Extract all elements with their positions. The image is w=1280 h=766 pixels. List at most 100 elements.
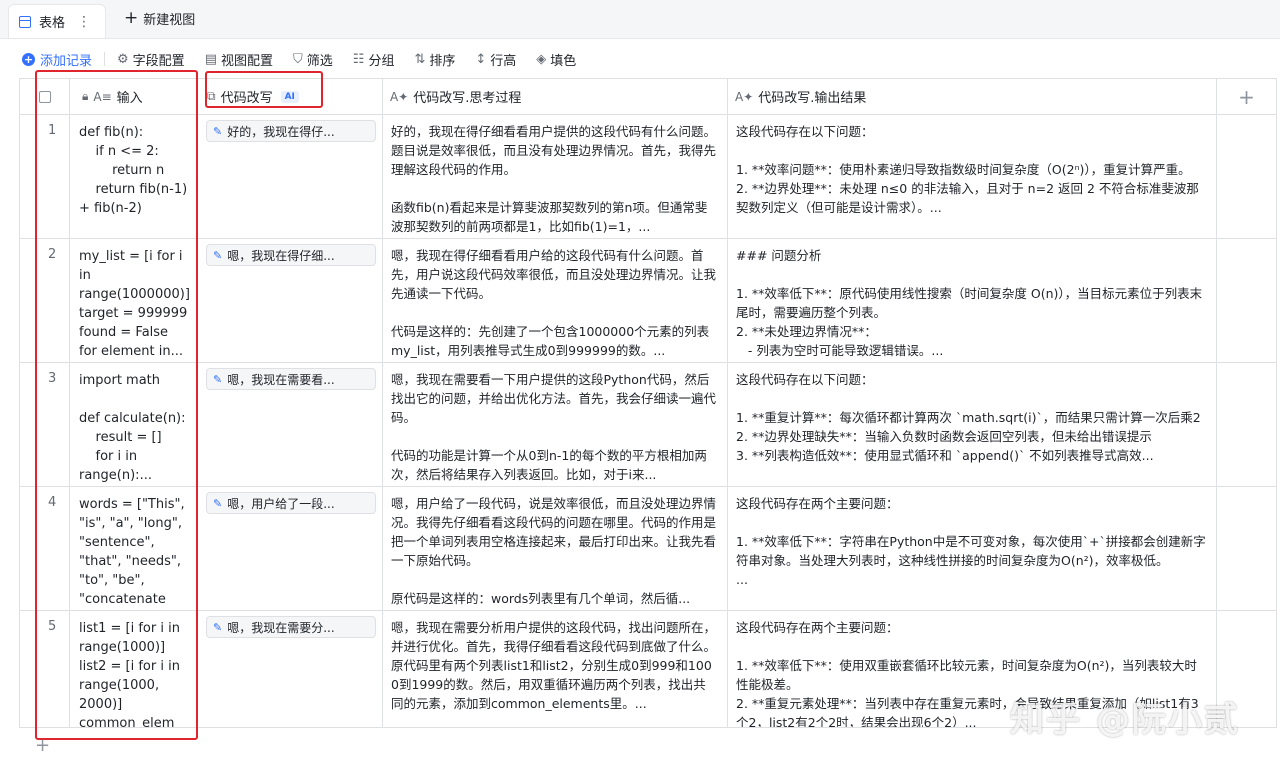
field-config-button[interactable]: ⚙ 字段配置	[117, 50, 185, 69]
sort-label: 排序	[429, 53, 456, 69]
pill-text: 好的，我现在得仔...	[227, 124, 335, 139]
add-column-button[interactable]: +	[1217, 79, 1276, 114]
text-field-icon: A≡	[93, 89, 112, 104]
table-icon	[19, 15, 31, 28]
code-rewrite-cell[interactable]: ✎ 嗯，我现在需要看...	[197, 362, 383, 486]
view-config-icon: ▤	[204, 51, 217, 67]
row-height-label: 行高	[490, 53, 517, 69]
grid-header: 🔒︎ A≡ 输入 ⧉ 代码改写 AI A✦ 代码改写.思考过程 A✦ 代码改写.…	[20, 79, 1276, 115]
row-number: 1	[20, 114, 70, 238]
output-text: 这段代码存在两个主要问题： 1. **效率低下**：字符串在Python中是不可…	[736, 496, 1206, 587]
ai-result-pill[interactable]: ✎ 嗯，用户给了一段...	[206, 492, 376, 514]
input-cell[interactable]: list1 = [i for i in range(1000)] list2 =…	[70, 610, 197, 728]
ai-badge: AI	[280, 90, 299, 103]
sort-icon: ⇅	[414, 51, 426, 67]
group-label: 分组	[368, 53, 395, 69]
input-code-text: words = ["This", "is", "a", "long", "sen…	[79, 497, 185, 607]
ai-spark-icon: ✎	[213, 496, 223, 510]
new-view-label: 新建视图	[143, 13, 196, 28]
fill-color-label: 填色	[550, 53, 577, 69]
paint-bucket-icon: ◈	[536, 51, 547, 67]
thinking-cell[interactable]: 嗯，我现在需要分析用户提供的这段代码，找出问题所在，并进行优化。首先，我得仔细看…	[383, 610, 728, 727]
row-number: 3	[20, 362, 70, 486]
pill-text: 嗯，我现在需要看...	[227, 372, 335, 387]
watermark: 知乎 @阮小贰	[1010, 700, 1240, 740]
output-text: 这段代码存在以下问题： 1. **重复计算**：每次循环都计算两次 `math.…	[736, 372, 1201, 463]
lock-icon: 🔒︎	[82, 89, 89, 103]
table-row[interactable]: 4 words = ["This", "is", "a", "long", "s…	[20, 486, 1276, 611]
ai-text-icon: A✦	[735, 89, 754, 104]
thinking-text: 好的，我现在得仔细看看用户提供的这段代码有什么问题。题目说是效率很低，而且没有处…	[391, 124, 717, 234]
row-height-icon: ↕	[475, 51, 487, 67]
header-select-cell	[20, 79, 70, 114]
column-input-label: 输入	[116, 91, 143, 106]
ai-result-pill[interactable]: ✎ 好的，我现在得仔...	[206, 120, 376, 142]
ai-result-pill[interactable]: ✎ 嗯，我现在需要看...	[206, 368, 376, 390]
code-rewrite-cell[interactable]: ✎ 嗯，我现在需要分...	[197, 610, 383, 727]
field-config-label: 字段配置	[132, 53, 185, 69]
add-row-button[interactable]: +	[35, 735, 50, 756]
input-cell[interactable]: my_list = [i for i in range(1000000)] ta…	[70, 238, 197, 362]
group-button[interactable]: ☷ 分组	[353, 50, 395, 69]
input-cell[interactable]: import math def calculate(n): result = […	[70, 362, 197, 486]
output-cell[interactable]: ### 问题分析 1. **效率低下**：原代码使用线性搜索（时间复杂度 O(n…	[728, 238, 1217, 362]
column-header-input[interactable]: 🔒︎ A≡ 输入	[70, 79, 197, 114]
view-tab-bar: 表格 ⋮ + 新建视图	[0, 0, 1280, 39]
row-height-button[interactable]: ↕ 行高	[475, 50, 516, 69]
thinking-cell[interactable]: 嗯，我现在需要看一下用户提供的这段Python代码，然后找出它的问题，并给出优化…	[383, 362, 728, 486]
add-record-button[interactable]: + 添加记录	[22, 50, 92, 69]
ai-spark-icon: ✎	[213, 248, 223, 262]
tab-table[interactable]: 表格 ⋮	[8, 4, 106, 38]
row-number-text: 4	[48, 495, 57, 510]
filter-icon: ⛉	[293, 51, 303, 67]
sort-button[interactable]: ⇅ 排序	[414, 50, 455, 69]
output-cell[interactable]: 这段代码存在以下问题： 1. **重复计算**：每次循环都计算两次 `math.…	[728, 362, 1217, 486]
view-config-button[interactable]: ▤ 视图配置	[205, 50, 273, 69]
row-number-text: 2	[48, 247, 57, 262]
code-rewrite-cell[interactable]: ✎ 好的，我现在得仔...	[197, 114, 383, 238]
table-row[interactable]: 1 def fib(n): if n <= 2: return n return…	[20, 114, 1276, 239]
toolbar-divider	[104, 52, 106, 66]
thinking-cell[interactable]: 好的，我现在得仔细看看用户提供的这段代码有什么问题。题目说是效率很低，而且没有处…	[383, 114, 728, 238]
table-row[interactable]: 2 my_list = [i for i in range(1000000)] …	[20, 238, 1276, 363]
code-rewrite-cell[interactable]: ✎ 嗯，我现在得仔细...	[197, 238, 383, 362]
thinking-text: 嗯，用户给了一段代码，说是效率很低，而且没处理边界情况。我得先仔细看看这段代码的…	[391, 496, 717, 606]
output-cell[interactable]: 这段代码存在以下问题： 1. **效率问题**：使用朴素递归导致指数级时间复杂度…	[728, 114, 1217, 238]
ai-result-pill[interactable]: ✎ 嗯，我现在得仔细...	[206, 244, 376, 266]
tab-table-label: 表格	[39, 16, 66, 31]
code-rewrite-cell[interactable]: ✎ 嗯，用户给了一段...	[197, 486, 383, 610]
ai-spark-icon: ✎	[213, 124, 223, 138]
new-view-button[interactable]: + 新建视图	[124, 8, 196, 29]
ai-text-icon: A✦	[390, 89, 409, 104]
data-grid: 🔒︎ A≡ 输入 ⧉ 代码改写 AI A✦ 代码改写.思考过程 A✦ 代码改写.…	[19, 78, 1277, 728]
input-code-text: my_list = [i for i in range(1000000)] ta…	[79, 249, 190, 359]
column-header-code-rewrite[interactable]: ⧉ 代码改写 AI	[197, 79, 383, 114]
row-number-text: 3	[48, 371, 57, 386]
input-cell[interactable]: words = ["This", "is", "a", "long", "sen…	[70, 486, 197, 610]
input-cell[interactable]: def fib(n): if n <= 2: return n return f…	[70, 114, 197, 238]
ai-result-pill[interactable]: ✎ 嗯，我现在需要分...	[206, 616, 376, 638]
more-icon[interactable]: ⋮	[77, 14, 91, 30]
input-code-text: import math def calculate(n): result = […	[79, 373, 186, 483]
thinking-cell[interactable]: 嗯，用户给了一段代码，说是效率很低，而且没处理边界情况。我得先仔细看看这段代码的…	[383, 486, 728, 610]
plus-icon: +	[124, 8, 139, 28]
pill-text: 嗯，我现在得仔细...	[227, 248, 335, 263]
thinking-cell[interactable]: 嗯，我现在得仔细看看用户给的这段代码有什么问题。首先，用户说这段代码效率很低，而…	[383, 238, 728, 362]
add-record-label: 添加记录	[40, 53, 93, 69]
fill-color-button[interactable]: ◈ 填色	[536, 50, 576, 69]
row-number: 4	[20, 486, 70, 610]
toolbar: + 添加记录 ⚙ 字段配置 ▤ 视图配置 ⛉ 筛选 ☷ 分组 ⇅ 排序 ↕ 行高 ◈ 填色	[0, 46, 1280, 72]
ai-field-icon: ⧉	[207, 89, 216, 103]
table-row[interactable]: 3 import math def calculate(n): result =…	[20, 362, 1276, 487]
add-circle-icon: +	[22, 52, 35, 66]
column-header-output[interactable]: A✦ 代码改写.输出结果	[728, 79, 1217, 114]
input-code-text: list1 = [i for i in range(1000)] list2 =…	[79, 621, 180, 728]
column-header-thinking[interactable]: A✦ 代码改写.思考过程	[383, 79, 728, 114]
thinking-text: 嗯，我现在需要看一下用户提供的这段Python代码，然后找出它的问题，并给出优化…	[391, 372, 717, 482]
row-number: 2	[20, 238, 70, 362]
pill-text: 嗯，用户给了一段...	[227, 496, 335, 511]
view-config-label: 视图配置	[220, 53, 273, 69]
filter-button[interactable]: ⛉ 筛选	[293, 50, 333, 69]
output-cell[interactable]: 这段代码存在两个主要问题： 1. **效率低下**：字符串在Python中是不可…	[728, 486, 1217, 610]
select-all-checkbox[interactable]	[38, 90, 51, 103]
